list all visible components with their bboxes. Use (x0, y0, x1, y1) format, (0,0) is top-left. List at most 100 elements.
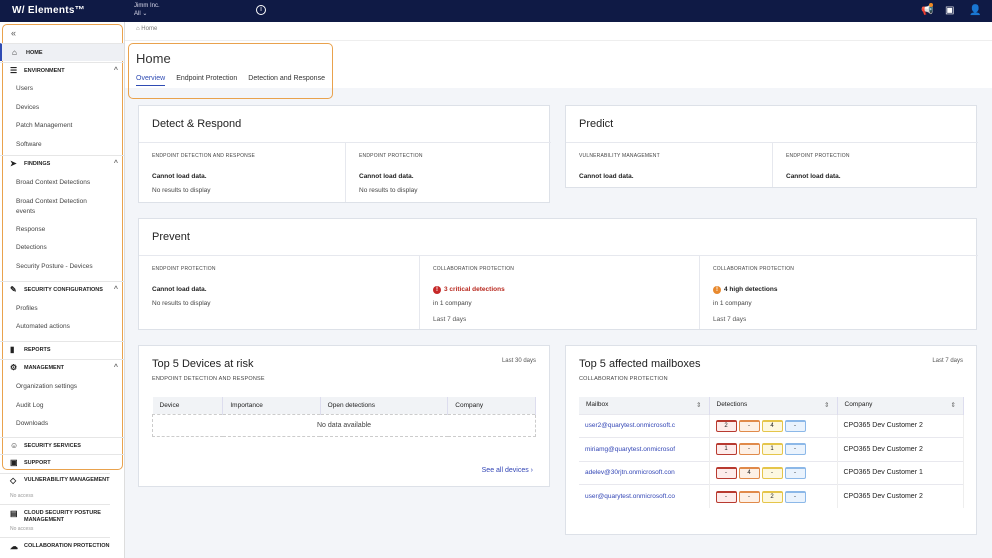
label: FINDINGS (24, 161, 51, 167)
help-icon[interactable]: ▣ (945, 5, 954, 16)
tab-overview[interactable]: Overview (136, 75, 166, 86)
card-title: Top 5 Devices at risk (152, 358, 254, 370)
period: Last 7 days (713, 316, 747, 323)
mailbox-link[interactable]: adelev@30rjtn.onmicrosoft.con (579, 460, 710, 485)
period: Last 30 days (501, 358, 536, 364)
severity-badge: 1 (715, 443, 737, 456)
col-detections[interactable]: Detections ⇕ (709, 397, 838, 414)
support-icon: ▣ (10, 458, 18, 467)
col-open-detections[interactable]: Open detections (320, 397, 449, 414)
see-all-devices-link[interactable]: See all devices › (482, 467, 533, 474)
sidebar-item-patch-management[interactable]: Patch Management (0, 122, 124, 129)
no-access-label: No access (10, 493, 34, 499)
sidebar-item-security-services[interactable]: ☺ SECURITY SERVICES (0, 437, 124, 453)
page-header: Home Overview Endpoint Protection Detect… (125, 40, 992, 99)
user-icon[interactable]: 👤 (969, 5, 981, 16)
sidebar-item-software[interactable]: Software (0, 141, 124, 148)
detection-badges: 1-1- (709, 437, 838, 461)
sidebar-item-detections[interactable]: Detections (0, 244, 124, 251)
sidebar-item-bcd-events[interactable]: Broad Context Detection events (0, 197, 100, 217)
sidebar-item-reports[interactable]: ▮ REPORTS (0, 341, 124, 357)
label: 3 critical detections (444, 286, 505, 293)
section-label: COLLABORATION PROTECTION (713, 266, 795, 272)
company-count: in 1 company (433, 300, 472, 307)
sidebar-item-response[interactable]: Response (0, 226, 124, 233)
sidebar-item-home[interactable]: ⌂ HOME (0, 43, 124, 61)
col-mailbox[interactable]: Mailbox ⇕ (579, 397, 710, 414)
empty-text: No results to display (152, 187, 211, 194)
sidebar-item-vulnerability-management[interactable]: ◇ VULNERABILITY MANAGEMENT (0, 473, 110, 485)
detection-badges: 2-4- (709, 413, 838, 438)
sidebar-section-management[interactable]: ⚙ MANAGEMENT ^ (0, 359, 124, 375)
label: SUPPORT (24, 460, 51, 466)
empty-text: No results to display (152, 300, 211, 307)
label: SECURITY CONFIGURATIONS (24, 287, 103, 293)
findings-icon: ➤ (10, 159, 17, 168)
collapse-button[interactable]: « (0, 28, 124, 38)
label: ENVIRONMENT (24, 68, 65, 74)
card-title: Predict (579, 118, 614, 130)
top-devices-card: Top 5 Devices at risk ENDPOINT DETECTION… (138, 345, 550, 487)
sidebar-item-collaboration-protection[interactable]: ☁ COLLABORATION PROTECTION (0, 537, 110, 551)
section-label: ENDPOINT PROTECTION (786, 153, 850, 159)
predict-card: Predict VULNERABILITY MANAGEMENT Cannot l… (565, 105, 978, 188)
mailboxes-table: Mailbox ⇕ Detections ⇕ Company ⇕ user2@quaryt… (579, 397, 964, 508)
mailbox-link[interactable]: user2@quarytest.onmicrosoft.c (579, 413, 710, 438)
sidebar-item-downloads[interactable]: Downloads (0, 420, 124, 427)
error-text: Cannot load data. (786, 173, 841, 180)
sidebar-item-organization-settings[interactable]: Organization settings (0, 383, 124, 390)
severity-badge: - (761, 466, 783, 479)
section-vm: VULNERABILITY MANAGEMENT Cannot load data… (566, 142, 772, 187)
section-label: ENDPOINT PROTECTION (152, 266, 216, 272)
alert-icon: ! (433, 286, 441, 294)
col-device[interactable]: Device (152, 397, 224, 414)
sidebar-section-environment[interactable]: ☰ ENVIRONMENT ^ (0, 62, 124, 78)
sidebar-item-devices[interactable]: Devices (0, 104, 124, 111)
org-selector[interactable]: Jimm Inc. All ⌄ (134, 2, 160, 18)
severity-badge: - (784, 443, 806, 456)
severity-badge: 1 (761, 443, 783, 456)
home-icon[interactable]: ⌂ (136, 26, 140, 32)
chevron-up-icon: ^ (113, 160, 118, 167)
devices-table: Device Importance Open detections Company N… (152, 397, 536, 437)
sidebar-item-audit-log[interactable]: Audit Log (0, 402, 124, 409)
label: Mailbox (586, 401, 609, 409)
col-company[interactable]: Company ⇕ (837, 397, 964, 414)
mailbox-link[interactable]: miriamg@quarytest.onmicrosof (579, 437, 710, 461)
critical-detections-link[interactable]: ! 3 critical detections (433, 286, 505, 294)
app-logo[interactable]: W/ Elements™ (12, 5, 85, 16)
severity-badge: - (715, 490, 737, 503)
section-edr: ENDPOINT DETECTION AND RESPONSE Cannot lo… (139, 142, 345, 202)
mailbox-link[interactable]: user@quarytest.onmicrosoft.co (579, 484, 710, 508)
severity-badge: - (738, 419, 760, 432)
card-title: Detect & Respond (152, 118, 242, 130)
section-label: ENDPOINT PROTECTION (359, 153, 423, 159)
hand-icon: ☺ (10, 441, 19, 450)
sidebar-item-users[interactable]: Users (0, 85, 124, 92)
empty-text: No results to display (359, 187, 418, 194)
tab-detection-and-response[interactable]: Detection and Response (248, 75, 325, 86)
tab-endpoint-protection[interactable]: Endpoint Protection (176, 75, 237, 86)
col-importance[interactable]: Importance (222, 397, 321, 414)
col-company[interactable]: Company (447, 397, 536, 414)
detection-badges: -4-- (709, 460, 838, 485)
sort-icon[interactable]: ⇕ (824, 401, 829, 409)
sidebar-item-security-posture[interactable]: Security Posture - Devices (0, 263, 124, 270)
breadcrumb-home[interactable]: Home (141, 26, 157, 32)
sidebar-item-cspm[interactable]: ▤ CLOUD SECURITY POSTURE MANAGEMENT (0, 504, 110, 524)
sidebar-section-security-configurations[interactable]: ✎ SECURITY CONFIGURATIONS ^ (0, 281, 124, 297)
sidebar-item-broad-context-detections[interactable]: Broad Context Detections (0, 179, 124, 186)
label: MANAGEMENT (24, 365, 65, 371)
bar-chart-icon: ▮ (10, 345, 15, 354)
list-icon: ☰ (10, 66, 18, 75)
section-label: VULNERABILITY MANAGEMENT (579, 153, 660, 159)
info-icon[interactable]: i (256, 5, 266, 15)
period: Last 7 days (433, 316, 467, 323)
sidebar-item-support[interactable]: ▣ SUPPORT (0, 454, 124, 470)
sidebar-item-profiles[interactable]: Profiles (0, 305, 124, 312)
sort-icon[interactable]: ⇕ (951, 401, 956, 409)
sidebar-item-automated-actions[interactable]: Automated actions (0, 323, 124, 330)
sort-icon[interactable]: ⇕ (696, 401, 701, 409)
sidebar-section-findings[interactable]: ➤ FINDINGS ^ (0, 155, 124, 171)
high-detections-link[interactable]: ! 4 high detections (713, 286, 777, 294)
